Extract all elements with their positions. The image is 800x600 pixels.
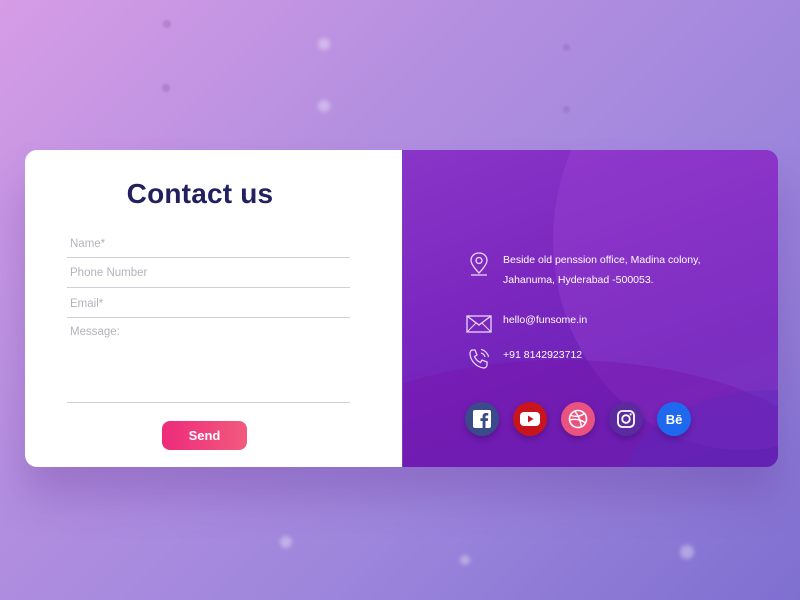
name-field[interactable]: Name* (67, 238, 350, 258)
email-row: hello@funsome.in (465, 310, 587, 338)
background-sparkle (680, 545, 694, 559)
contact-info-panel: Beside old penssion office, Madina colon… (402, 150, 778, 467)
email-field[interactable]: Email* (67, 298, 350, 318)
background-blur-dot (163, 20, 171, 28)
phone-icon (465, 345, 493, 373)
phone-field[interactable]: Phone Number (67, 267, 350, 288)
phone-link[interactable]: +91 8142923712 (503, 345, 582, 365)
social-links: Bē (465, 402, 691, 436)
message-field[interactable]: Message: (67, 326, 350, 403)
envelope-icon (465, 310, 493, 338)
address-line-2: Jahanuma, Hyderabad -500053. (503, 274, 654, 286)
background-sparkle (280, 536, 292, 548)
address-row: Beside old penssion office, Madina colon… (465, 250, 701, 290)
send-button[interactable]: Send (162, 421, 247, 450)
behance-logo-text: Bē (665, 411, 683, 427)
dribbble-icon[interactable] (561, 402, 595, 436)
background-blur-dot (563, 106, 570, 113)
background-blur-dot (162, 84, 170, 92)
behance-icon[interactable]: Bē (657, 402, 691, 436)
facebook-icon[interactable] (465, 402, 499, 436)
background-sparkle (460, 555, 470, 565)
map-pin-icon (465, 250, 493, 278)
contact-card: Contact us Name* Phone Number Email* Mes… (25, 150, 778, 467)
address-line-1: Beside old penssion office, Madina colon… (503, 254, 701, 266)
email-link[interactable]: hello@funsome.in (503, 310, 587, 330)
background-sparkle (318, 100, 330, 112)
background-blur-dot (563, 44, 570, 51)
form-title: Contact us (126, 178, 274, 209)
contact-form: Contact us Name* Phone Number Email* Mes… (25, 150, 402, 467)
background-sparkle (318, 38, 330, 50)
phone-row: +91 8142923712 (465, 345, 582, 373)
instagram-icon[interactable] (609, 402, 643, 436)
youtube-icon[interactable] (513, 402, 547, 436)
